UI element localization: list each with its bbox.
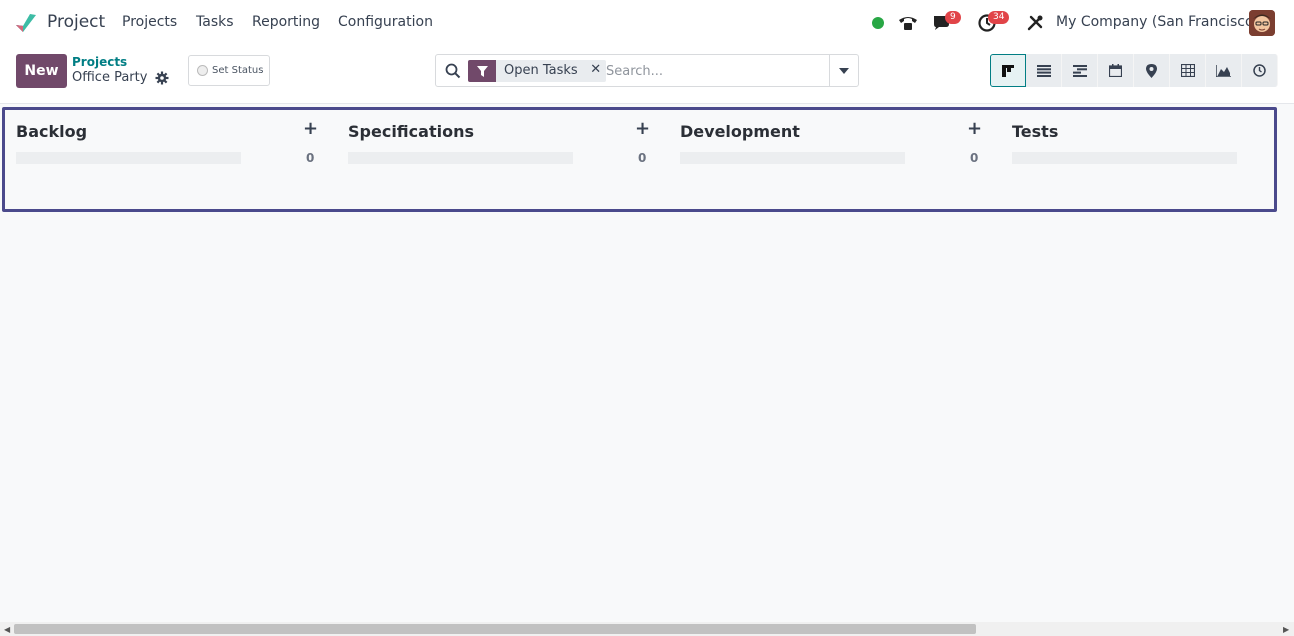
tools-icon[interactable]: [1024, 12, 1046, 34]
search-input[interactable]: [606, 60, 826, 82]
calendar-icon: [1109, 64, 1122, 77]
kanban-column-backlog[interactable]: Backlog + 0: [16, 118, 321, 180]
progress-bar: [680, 152, 905, 164]
kanban-column-tests[interactable]: Tests: [1012, 120, 1294, 180]
view-switcher: [990, 54, 1278, 87]
search-bar[interactable]: Open Tasks ✕: [435, 54, 859, 87]
set-status-label: Set Status: [212, 65, 264, 76]
remove-facet-icon[interactable]: ✕: [586, 60, 606, 82]
column-title[interactable]: Backlog: [16, 122, 87, 141]
add-task-button[interactable]: +: [635, 118, 650, 139]
progress-bar: [1012, 152, 1237, 164]
graph-view-button[interactable]: [1206, 54, 1242, 87]
column-count: 0: [638, 151, 647, 165]
pivot-icon: [1180, 64, 1195, 77]
kanban-view-button[interactable]: [990, 54, 1026, 87]
scroll-left-icon[interactable]: ◀: [4, 625, 10, 634]
status-online-icon[interactable]: [872, 17, 884, 29]
facet-label: Open Tasks: [504, 63, 578, 78]
progress-bar: [348, 152, 573, 164]
kanban-column-development[interactable]: Development + 0: [680, 118, 985, 180]
column-count: 0: [970, 151, 979, 165]
search-icon[interactable]: [445, 63, 461, 79]
scroll-right-icon[interactable]: ▶: [1283, 625, 1289, 634]
menu-configuration[interactable]: Configuration: [338, 14, 433, 30]
search-facet: Open Tasks ✕: [468, 60, 606, 82]
pivot-view-button[interactable]: [1170, 54, 1206, 87]
breadcrumb-projects-link[interactable]: Projects: [72, 55, 127, 69]
list-view-button[interactable]: [1026, 54, 1062, 87]
menu-reporting[interactable]: Reporting: [252, 14, 320, 30]
kanban-icon: [1002, 64, 1014, 77]
add-task-button[interactable]: +: [303, 118, 318, 139]
new-button[interactable]: New: [16, 54, 67, 88]
column-title[interactable]: Development: [680, 122, 800, 141]
menu-tasks[interactable]: Tasks: [196, 14, 234, 30]
breadcrumb-current: Office Party: [72, 70, 148, 85]
list-icon: [1036, 64, 1051, 77]
user-avatar[interactable]: [1249, 10, 1275, 36]
progress-bar: [16, 152, 241, 164]
top-navbar: Project Projects Tasks Reporting Configu…: [0, 0, 1294, 46]
calendar-view-button[interactable]: [1098, 54, 1134, 87]
column-title[interactable]: Specifications: [348, 122, 474, 141]
scrollbar-thumb[interactable]: [14, 624, 976, 634]
add-task-button[interactable]: +: [967, 118, 982, 139]
kanban-board: Backlog + 0 Specifications + 0 Developme…: [2, 107, 1277, 212]
activity-clock-icon: [1253, 64, 1266, 77]
control-panel: New Projects Office Party Set Status Ope…: [0, 46, 1294, 104]
column-count: 0: [306, 151, 315, 165]
menu-projects[interactable]: Projects: [122, 14, 177, 30]
kanban-column-specifications[interactable]: Specifications + 0: [348, 118, 653, 180]
app-name[interactable]: Project: [47, 12, 105, 32]
activities-badge: 34: [988, 11, 1010, 24]
map-view-button[interactable]: [1134, 54, 1170, 87]
status-circle-icon: [197, 65, 208, 76]
map-pin-icon: [1146, 63, 1157, 78]
search-options-toggle[interactable]: [829, 55, 858, 86]
activity-view-button[interactable]: [1242, 54, 1278, 87]
column-title[interactable]: Tests: [1012, 122, 1058, 141]
gantt-icon: [1072, 64, 1087, 77]
project-app-icon[interactable]: [14, 12, 38, 34]
area-chart-icon: [1216, 64, 1231, 77]
caret-down-icon: [839, 67, 849, 74]
set-status-button[interactable]: Set Status: [188, 55, 270, 86]
phone-icon[interactable]: [897, 12, 919, 34]
filter-icon: [468, 60, 496, 82]
horizontal-scrollbar[interactable]: ◀ ▶: [0, 622, 1294, 636]
gantt-view-button[interactable]: [1062, 54, 1098, 87]
messages-badge: 9: [945, 11, 961, 24]
gear-icon[interactable]: [155, 71, 169, 85]
company-switcher[interactable]: My Company (San Francisco): [1056, 14, 1259, 30]
